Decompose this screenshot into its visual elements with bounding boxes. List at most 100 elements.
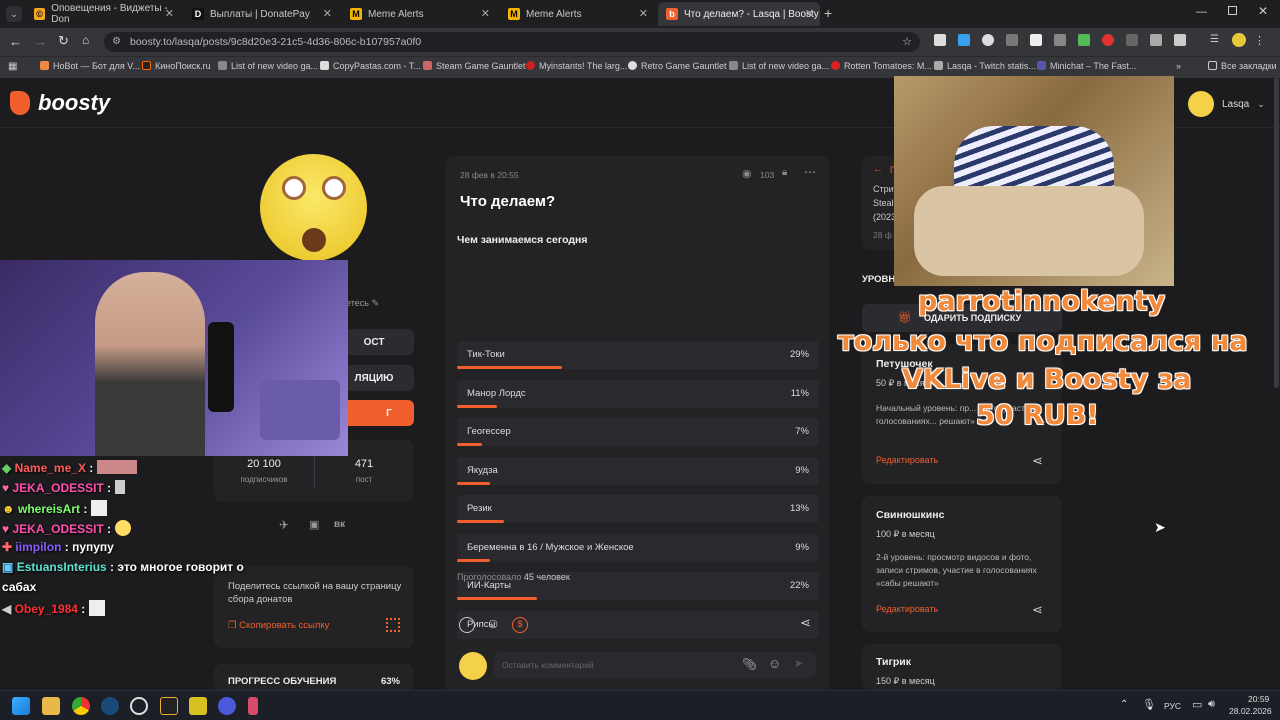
- extension-icon[interactable]: [982, 34, 994, 46]
- steam-icon[interactable]: [101, 697, 119, 715]
- tier-edit-link[interactable]: Редактировать: [876, 455, 938, 465]
- comment-icon[interactable]: [459, 617, 475, 633]
- donate-icon[interactable]: $: [512, 617, 528, 633]
- extension-icon[interactable]: [1054, 34, 1066, 46]
- profile-avatar-icon[interactable]: [1232, 33, 1246, 47]
- extension-icon[interactable]: [1126, 34, 1138, 46]
- bookmark-item[interactable]: НоBot — Бот для V...: [40, 61, 140, 71]
- extension-icon[interactable]: [958, 34, 970, 46]
- tab-3[interactable]: M Meme Alerts ✕: [500, 2, 654, 26]
- qr-code-icon[interactable]: [386, 618, 400, 632]
- more-icon[interactable]: ⋮: [1254, 34, 1265, 47]
- clock-date[interactable]: 28.02.2026: [1229, 706, 1272, 716]
- close-icon[interactable]: ✕: [639, 7, 648, 20]
- maximize-icon[interactable]: [1228, 6, 1237, 15]
- windows-start-icon[interactable]: [12, 697, 30, 715]
- language-indicator[interactable]: РУС: [1164, 701, 1181, 711]
- poll-option[interactable]: Геогессер 7%: [457, 418, 819, 446]
- tab-4-active[interactable]: b Что делаем? - Lasqa | Boosty ✕: [658, 2, 820, 26]
- app-icon[interactable]: [189, 697, 207, 715]
- vk-icon[interactable]: вк: [334, 519, 345, 530]
- tray-overflow-icon[interactable]: ⌃: [1120, 699, 1128, 710]
- all-bookmarks[interactable]: Все закладки: [1208, 61, 1277, 71]
- close-icon[interactable]: ✕: [165, 7, 174, 20]
- share-icon[interactable]: ⋖: [1032, 602, 1043, 618]
- microphone-icon[interactable]: 🎙︎: [1142, 698, 1156, 711]
- copy-link-button[interactable]: ❐ Скопировать ссылку: [228, 620, 329, 631]
- tier-card: Свинюшкинс 100 ₽ в месяц 2-й уровень: пр…: [862, 496, 1062, 632]
- network-icon[interactable]: ▭: [1192, 698, 1202, 711]
- bookmark-item[interactable]: Rotten Tomatoes: M...: [831, 61, 932, 71]
- bookmark-item[interactable]: Minichat – The Fast...: [1037, 61, 1136, 71]
- back-icon[interactable]: ←: [9, 34, 22, 49]
- obs-icon[interactable]: [130, 697, 148, 715]
- page-scrollbar[interactable]: [1274, 78, 1279, 388]
- bookmark-item[interactable]: Retro Game Gauntlet: [628, 61, 727, 71]
- add-reaction-icon[interactable]: ☺: [486, 615, 500, 631]
- app-icon[interactable]: [218, 697, 236, 715]
- share-icon[interactable]: ⋖: [1032, 453, 1043, 469]
- volume-icon[interactable]: 🔊︎: [1208, 698, 1215, 711]
- related-title-line: Steal: [873, 198, 894, 208]
- boosty-logo[interactable]: boosty: [10, 90, 110, 116]
- app-icon[interactable]: [248, 697, 258, 715]
- puzzle-icon[interactable]: [1174, 34, 1186, 46]
- telegram-icon[interactable]: ✈: [279, 518, 289, 532]
- close-icon[interactable]: ✕: [805, 7, 814, 20]
- extension-icon[interactable]: [934, 34, 946, 46]
- bookmark-item[interactable]: Myinstants! The larg...: [526, 61, 627, 71]
- bookmark-item[interactable]: Lasqa - Twitch statis...: [934, 61, 1036, 71]
- close-icon[interactable]: ✕: [323, 7, 332, 20]
- bookmark-item[interactable]: Steam Game Gauntlet: [423, 61, 526, 71]
- chat-message: ♥ JEKA_ODESSIT :: [2, 480, 125, 495]
- bookmark-item[interactable]: CopyPastas.com - T...: [320, 61, 421, 71]
- bookmark-item[interactable]: КиноПоиск.ru: [142, 61, 211, 71]
- share-icon[interactable]: ⋖: [800, 615, 811, 631]
- tab-2[interactable]: M Meme Alerts ✕: [342, 2, 496, 26]
- clock-time[interactable]: 20:59: [1248, 694, 1269, 704]
- more-options-icon[interactable]: ⋯: [804, 165, 816, 179]
- profile-edit-hint[interactable]: етесь ✎: [346, 298, 379, 309]
- reload-icon[interactable]: ↻: [58, 33, 69, 49]
- minimize-icon[interactable]: —: [1196, 6, 1207, 18]
- chat-emote: [90, 500, 107, 516]
- home-icon[interactable]: ⌂: [82, 33, 89, 47]
- bookmarks-overflow-icon[interactable]: »: [1176, 61, 1181, 71]
- bookmark-item[interactable]: List of new video ga...: [729, 61, 829, 71]
- poll-option[interactable]: Манор Лордс 11%: [457, 379, 819, 408]
- extension-icon[interactable]: [1150, 34, 1162, 46]
- poll-option[interactable]: Якудза 9%: [457, 456, 819, 485]
- send-icon[interactable]: ➤: [794, 657, 803, 670]
- extension-icon[interactable]: [1078, 34, 1090, 46]
- poll-option[interactable]: Тик-Токи 29%: [457, 341, 819, 369]
- tab-0[interactable]: © Оповещения - Виджеты - Don ✕: [26, 2, 180, 26]
- window-close-icon[interactable]: ✕: [1258, 4, 1268, 18]
- twitch-icon[interactable]: ▣: [309, 518, 319, 531]
- chat-text: это многое говорит о: [117, 560, 244, 574]
- user-menu[interactable]: Lasqa ⌄: [1188, 91, 1265, 117]
- menu-icon[interactable]: ☰: [1210, 34, 1222, 46]
- tab-1[interactable]: D Выплаты | DonatePay ✕: [184, 2, 338, 26]
- poll-option[interactable]: Беременна в 16 / Мужское и Женское 9%: [457, 533, 819, 562]
- new-tab-icon[interactable]: +: [824, 5, 832, 21]
- site-info-icon[interactable]: ⚙: [112, 32, 121, 52]
- app-icon[interactable]: [160, 697, 178, 715]
- tab-search-icon[interactable]: ⌄: [6, 6, 22, 22]
- alert-message-line: только что подписался на: [838, 326, 1248, 357]
- poll-option[interactable]: Резик 13%: [457, 495, 819, 523]
- emoji-icon[interactable]: ☺: [768, 656, 781, 671]
- close-icon[interactable]: ✕: [481, 7, 490, 20]
- extension-icon[interactable]: [1102, 34, 1114, 46]
- extension-icon[interactable]: [1030, 34, 1042, 46]
- chrome-icon[interactable]: [72, 697, 90, 715]
- apps-icon[interactable]: ▦: [8, 61, 17, 72]
- attach-icon[interactable]: 📎︎: [742, 657, 757, 671]
- url-field[interactable]: ⚙ boosty.to/lasqa/posts/9c8d20e3-21c5-4d…: [104, 32, 920, 52]
- file-explorer-icon[interactable]: [42, 697, 60, 715]
- comment-input[interactable]: Оставить комментарий 📎︎ ☺ ➤: [494, 652, 816, 678]
- tier-edit-link[interactable]: Редактировать: [876, 604, 938, 614]
- forward-icon[interactable]: →: [34, 34, 47, 49]
- bookmark-item[interactable]: List of new video ga...: [218, 61, 318, 71]
- extension-icon[interactable]: [1006, 34, 1018, 46]
- bookmark-star-icon[interactable]: ☆: [902, 32, 912, 52]
